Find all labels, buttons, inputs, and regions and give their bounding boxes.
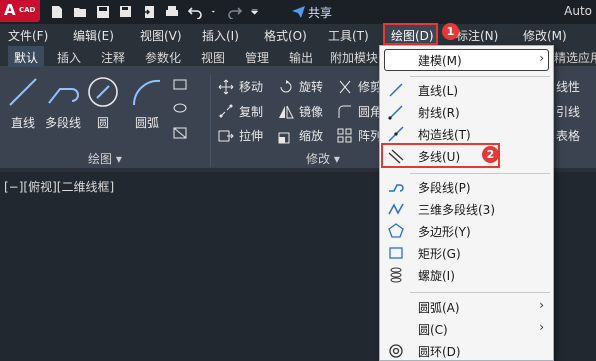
menu-item-polyline[interactable]: 多段线(P) xyxy=(380,176,553,198)
tab-manage[interactable]: 管理 xyxy=(245,49,269,66)
viewport-controls[interactable]: [−][俯视][二维线框] xyxy=(4,178,114,195)
tab-addins[interactable]: 附加模块 xyxy=(330,49,378,66)
move-tool[interactable]: 移动 xyxy=(218,78,263,95)
share-icon[interactable] xyxy=(292,6,305,18)
rotate-tool[interactable]: 旋转 xyxy=(278,78,323,95)
rectangle-icon xyxy=(389,247,403,259)
menu-item-donut[interactable]: 圆环(D) xyxy=(380,340,553,361)
donut-icon xyxy=(389,344,403,358)
redo-icon[interactable] xyxy=(228,5,242,19)
copy-tool[interactable]: 复制 xyxy=(218,103,263,120)
menu-item-line[interactable]: 直线(L) xyxy=(380,79,553,101)
move-icon xyxy=(218,79,234,94)
submenu-arrow-icon: › xyxy=(539,320,544,334)
menu-modify[interactable]: 修改(M) xyxy=(523,27,567,44)
undo-icon[interactable] xyxy=(188,5,202,19)
import-icon[interactable] xyxy=(142,5,156,19)
dropdown-arrow-icon[interactable] xyxy=(211,5,219,19)
draw-small-icons[interactable] xyxy=(172,77,192,141)
linear-dimension-tool[interactable]: 线性 xyxy=(556,78,580,95)
menu-item-circle[interactable]: 圆(C) › xyxy=(380,318,553,340)
menu-draw[interactable]: 绘图(D) xyxy=(383,23,438,45)
tab-output[interactable]: 输出 xyxy=(289,49,313,66)
mirror-icon xyxy=(279,105,294,118)
quick-access-toolbar xyxy=(50,4,270,20)
mirror-tool[interactable]: 镜像 xyxy=(278,103,323,120)
share-button[interactable]: 共享 xyxy=(308,4,332,21)
customize-icon[interactable] xyxy=(251,5,261,19)
line-tool[interactable]: 直线 xyxy=(6,75,40,131)
polygon-icon xyxy=(388,223,404,238)
panel-draw-title[interactable]: 绘图 ▾ xyxy=(88,150,122,167)
menu-dimension[interactable]: 标注(N) xyxy=(456,27,498,44)
tab-parametric[interactable]: 参数化 xyxy=(145,49,181,66)
pline-icon xyxy=(389,184,404,192)
menu-item-modeling[interactable]: 建模(M) › xyxy=(380,49,553,71)
stretch-tool[interactable]: 拉伸 xyxy=(218,127,263,144)
arc-tool[interactable]: 圆弧 xyxy=(130,75,164,131)
menu-item-helix[interactable]: 螺旋(I) xyxy=(380,264,553,286)
menu-item-ray[interactable]: 射线(R) xyxy=(380,101,553,123)
save-as-icon[interactable] xyxy=(119,5,133,19)
tab-view[interactable]: 视图 xyxy=(201,49,225,66)
tab-default[interactable]: 默认 xyxy=(8,46,45,67)
polyline-icon xyxy=(48,88,79,104)
polyline-tool[interactable]: 多段线 xyxy=(44,75,82,131)
submenu-arrow-icon: › xyxy=(539,51,544,65)
new-file-icon[interactable] xyxy=(50,5,64,19)
menu-insert[interactable]: 插入(I) xyxy=(202,27,239,44)
rotate-icon xyxy=(280,79,292,92)
menu-separator xyxy=(410,76,550,77)
panel-modify-title[interactable]: 修改 ▾ xyxy=(306,150,340,167)
step-badge-1: 1 xyxy=(442,23,459,40)
tab-annotate[interactable]: 注释 xyxy=(101,49,125,66)
scale-icon xyxy=(278,132,290,143)
array-tool[interactable]: 阵列 xyxy=(337,127,382,144)
ray-icon xyxy=(388,105,403,120)
app-logo[interactable]: A CAD xyxy=(0,0,40,22)
stretch-icon xyxy=(218,130,234,141)
step-badge-2: 2 xyxy=(482,146,499,163)
3dpoly-icon xyxy=(388,203,404,215)
leader-tool[interactable]: 引线 xyxy=(556,103,580,120)
save-icon[interactable] xyxy=(96,5,110,19)
circle-icon xyxy=(88,77,118,107)
array-icon xyxy=(337,128,352,142)
app-title: Auto xyxy=(564,4,592,18)
trim-icon xyxy=(339,80,351,93)
submenu-arrow-icon: › xyxy=(539,298,544,312)
copy-icon xyxy=(219,104,233,117)
tab-insert[interactable]: 插入 xyxy=(57,49,81,66)
menu-item-3d-polyline[interactable]: 三维多段线(3) xyxy=(380,198,553,220)
menu-view[interactable]: 视图(V) xyxy=(140,27,182,44)
panel-separator xyxy=(210,75,211,167)
arc-icon xyxy=(132,79,161,106)
circle-tool[interactable]: 圆 xyxy=(86,75,120,131)
print-icon[interactable] xyxy=(165,5,179,19)
line-icon xyxy=(389,83,403,97)
menu-edit[interactable]: 编辑(E) xyxy=(73,27,114,44)
trim-tool[interactable]: 修剪 xyxy=(337,78,382,95)
menu-item-construction-line[interactable]: 构造线(T) xyxy=(380,123,553,145)
xline-icon xyxy=(388,126,404,142)
menu-tools[interactable]: 工具(T) xyxy=(328,27,369,44)
menu-format[interactable]: 格式(O) xyxy=(264,27,307,44)
line-icon xyxy=(9,78,37,106)
menu-item-rectangle[interactable]: 矩形(G) xyxy=(380,242,553,264)
open-folder-icon[interactable] xyxy=(73,5,87,19)
menu-item-arc[interactable]: 圆弧(A) › xyxy=(380,296,553,318)
menu-separator xyxy=(410,173,550,174)
helix-icon xyxy=(390,267,402,283)
fillet-icon xyxy=(338,105,351,118)
tab-featured-apps[interactable]: 精选应用 xyxy=(554,49,596,66)
draw-menu-dropdown: 建模(M) › 直线(L) 射线(R) 构造线(T) 多线(U) 多段线(P) … xyxy=(379,45,554,361)
menu-file[interactable]: 文件(F) xyxy=(8,27,48,44)
fillet-tool[interactable]: 圆角 xyxy=(337,103,382,120)
menu-separator xyxy=(410,292,550,293)
menu-bar: 文件(F) 编辑(E) 视图(V) 插入(I) 格式(O) 工具(T) 标注(N… xyxy=(0,24,596,45)
table-tool[interactable]: 表格 xyxy=(556,127,580,144)
scale-tool[interactable]: 缩放 xyxy=(278,127,323,144)
title-bar: A CAD 共享 Auto xyxy=(0,0,596,24)
menu-item-polygon[interactable]: 多边形(Y) xyxy=(380,220,553,242)
